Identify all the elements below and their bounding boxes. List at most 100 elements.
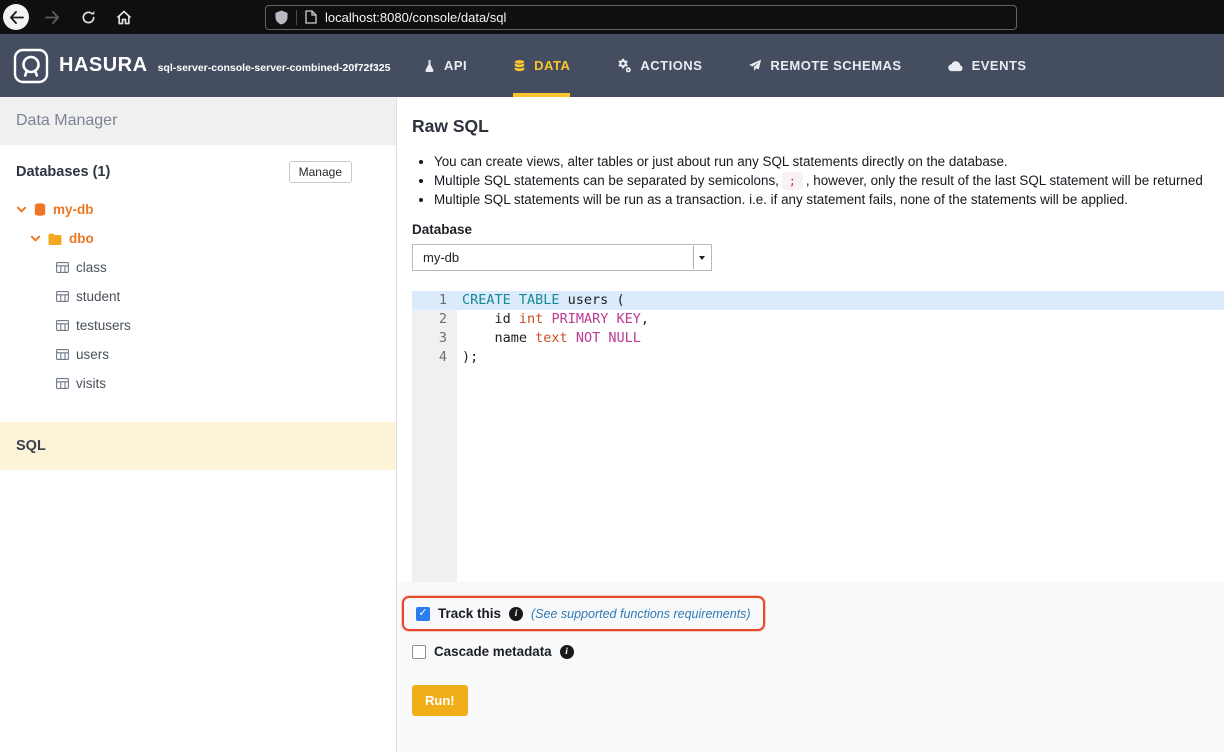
- note-text: , however, only the result of the last S…: [806, 173, 1203, 188]
- sql-keyword: NOT NULL: [576, 330, 641, 346]
- sidebar-item-sql[interactable]: SQL: [0, 422, 396, 470]
- database-name: my-db: [53, 202, 94, 217]
- cascade-metadata-checkbox[interactable]: [412, 645, 426, 659]
- database-select[interactable]: my-db: [412, 244, 712, 271]
- page-title: Raw SQL: [412, 116, 1224, 137]
- line-number: 3: [412, 329, 457, 348]
- reload-icon: [81, 10, 96, 25]
- sql-keyword: CREATE TABLE: [462, 292, 560, 308]
- chevron-down-icon: [30, 233, 41, 244]
- line-number: 2: [412, 310, 457, 329]
- data-manager-title: Data Manager: [16, 112, 117, 130]
- brand-name: HASURA: [59, 54, 148, 77]
- code-line: CREATE TABLE users (: [457, 291, 1224, 310]
- table-name: testusers: [76, 318, 131, 333]
- table-icon: [56, 349, 69, 360]
- sql-text: ,: [641, 311, 649, 327]
- app-header: HASURA sql-server-console-server-combine…: [0, 34, 1224, 97]
- main-nav: API DATA ACTIONS REMOTE SCHEMAS EVENTS: [423, 34, 1027, 97]
- paper-plane-icon: [748, 59, 762, 72]
- divider: [296, 10, 297, 25]
- tree-item-schema[interactable]: dbo: [0, 224, 396, 253]
- database-icon: [513, 59, 526, 73]
- code-line: );: [457, 348, 1224, 367]
- arrow-right-icon: [45, 11, 60, 24]
- table-icon: [56, 378, 69, 389]
- table-name: student: [76, 289, 120, 304]
- notes-list: You can create views, alter tables or ju…: [412, 154, 1224, 207]
- manage-button[interactable]: Manage: [289, 161, 352, 183]
- forward-button[interactable]: [39, 4, 65, 30]
- table-name: visits: [76, 376, 106, 391]
- note-text: Multiple SQL statements will be run as a…: [434, 192, 1128, 207]
- tree-item-table[interactable]: class: [0, 253, 396, 282]
- code-line: id int PRIMARY KEY,: [457, 310, 1224, 329]
- note-item: You can create views, alter tables or ju…: [434, 154, 1224, 169]
- info-icon[interactable]: i: [560, 645, 574, 659]
- nav-label: API: [444, 58, 467, 73]
- sql-keyword: PRIMARY KEY: [551, 311, 640, 327]
- sql-type: int: [519, 311, 543, 327]
- shield-icon[interactable]: [275, 10, 288, 25]
- line-number: 1: [412, 291, 457, 310]
- databases-heading: Databases (1): [16, 164, 110, 180]
- note-text: You can create views, alter tables or ju…: [434, 154, 1008, 169]
- tree-item-database[interactable]: my-db: [0, 195, 396, 224]
- sql-editor[interactable]: 1 2 3 4 CREATE TABLE users ( id int PRIM…: [412, 291, 1224, 582]
- run-button[interactable]: Run!: [412, 685, 468, 716]
- address-bar[interactable]: localhost:8080/console/data/sql: [265, 5, 1017, 30]
- tree-item-table[interactable]: users: [0, 340, 396, 369]
- chevron-down-icon: [699, 256, 705, 260]
- cascade-metadata-label: Cascade metadata: [434, 644, 552, 659]
- sql-text: name: [462, 330, 535, 346]
- nav-data[interactable]: DATA: [513, 34, 570, 97]
- brand[interactable]: HASURA sql-server-console-server-combine…: [0, 34, 397, 97]
- sql-text: users (: [560, 292, 625, 308]
- database-tree: my-db dbo class student testusers us: [0, 195, 396, 398]
- nav-remote-schemas[interactable]: REMOTE SCHEMAS: [748, 34, 901, 97]
- nav-label: DATA: [534, 58, 570, 73]
- nav-api[interactable]: API: [423, 34, 467, 97]
- chevron-down-icon: [16, 204, 27, 215]
- editor-code-area[interactable]: CREATE TABLE users ( id int PRIMARY KEY,…: [457, 291, 1224, 582]
- main-content: Raw SQL You can create views, alter tabl…: [397, 97, 1224, 752]
- url-text[interactable]: localhost:8080/console/data/sql: [325, 10, 506, 25]
- editor-gutter: 1 2 3 4: [412, 291, 457, 582]
- data-manager-header: Data Manager: [0, 97, 396, 145]
- sql-text: [568, 330, 576, 346]
- note-item: Multiple SQL statements can be separated…: [434, 173, 1224, 188]
- nav-label: EVENTS: [972, 58, 1027, 73]
- supported-functions-link[interactable]: (See supported functions requirements): [531, 607, 751, 621]
- home-icon: [116, 10, 132, 25]
- tree-item-table[interactable]: student: [0, 282, 396, 311]
- dropdown-arrow-button[interactable]: [693, 246, 710, 269]
- reload-button[interactable]: [75, 4, 101, 30]
- sql-text: id: [462, 311, 519, 327]
- database-label: Database: [412, 222, 1224, 237]
- folder-icon: [48, 233, 62, 245]
- sidebar: Data Manager Databases (1) Manage my-db …: [0, 97, 397, 752]
- nav-actions[interactable]: ACTIONS: [616, 34, 702, 97]
- track-this-checkbox[interactable]: ✓: [416, 607, 430, 621]
- browser-toolbar: localhost:8080/console/data/sql: [0, 0, 1224, 34]
- nav-label: ACTIONS: [640, 58, 702, 73]
- hasura-logo-icon: [13, 48, 49, 84]
- tree-item-table[interactable]: visits: [0, 369, 396, 398]
- check-icon: ✓: [418, 608, 427, 619]
- table-name: users: [76, 347, 109, 362]
- line-number: 4: [412, 348, 457, 367]
- schema-name: dbo: [69, 231, 94, 246]
- tree-item-table[interactable]: testusers: [0, 311, 396, 340]
- table-icon: [56, 320, 69, 331]
- note-item: Multiple SQL statements will be run as a…: [434, 192, 1224, 207]
- editor-footer: ✓ Track this i (See supported functions …: [397, 582, 1224, 752]
- back-button[interactable]: [3, 4, 29, 30]
- home-button[interactable]: [111, 4, 137, 30]
- database-icon: [34, 203, 46, 216]
- sql-text: );: [462, 349, 478, 365]
- info-icon[interactable]: i: [509, 607, 523, 621]
- nav-events[interactable]: EVENTS: [948, 34, 1027, 97]
- build-version: sql-server-console-server-combined-20f72…: [158, 62, 391, 74]
- page-icon[interactable]: [305, 10, 317, 24]
- nav-label: REMOTE SCHEMAS: [770, 58, 901, 73]
